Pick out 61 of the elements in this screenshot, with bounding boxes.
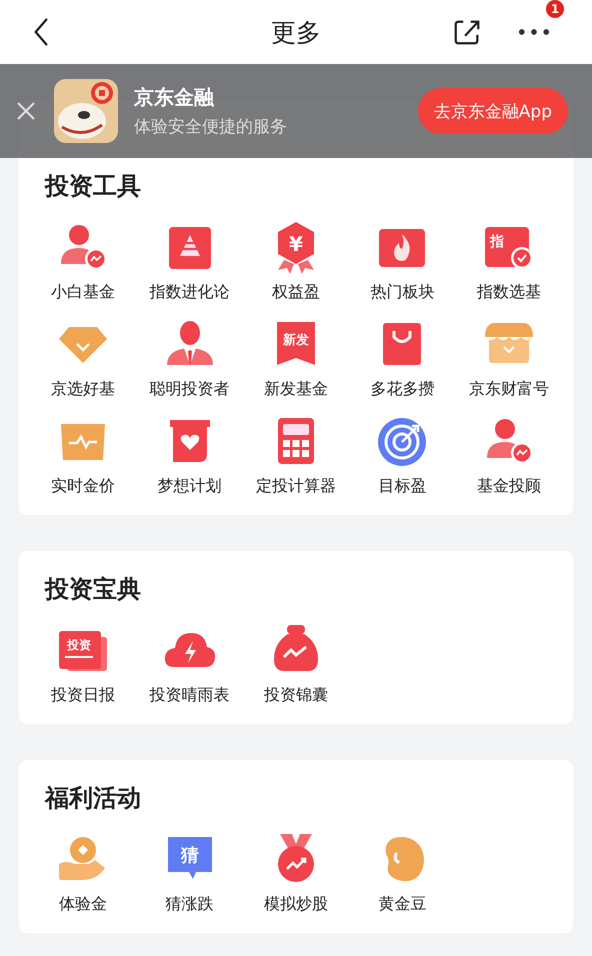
tool-label: 猜涨跌: [166, 894, 214, 915]
section-title: 投资工具: [45, 171, 142, 202]
icon-glyph: 猜: [180, 845, 199, 866]
tool-label: 模拟炒股: [264, 894, 328, 915]
tool-label: 定投计算器: [256, 476, 336, 497]
more-icon[interactable]: [518, 28, 550, 36]
tool-item[interactable]: 投资晴雨表: [136, 623, 243, 706]
tool-item[interactable]: 热门板块: [349, 220, 456, 303]
tool-item[interactable]: 猜 猜涨跌: [136, 832, 243, 915]
icon-glyph: ¥: [289, 232, 303, 256]
icon-glyph: 投资: [67, 638, 92, 652]
tool-item[interactable]: 聪明投资者: [136, 317, 243, 400]
tool-label: 小白基金: [51, 282, 116, 303]
tool-item[interactable]: 目标盈: [349, 414, 456, 497]
tool-item[interactable]: 体验金: [30, 832, 136, 915]
icon-glyph: 指: [490, 234, 504, 250]
tool-item[interactable]: 小白基金: [30, 220, 136, 303]
tool-label: 热门板块: [370, 282, 434, 303]
tool-item[interactable]: ¥ 权益盈: [242, 220, 350, 303]
tool-label: 目标盈: [378, 476, 426, 497]
tool-label: 指数选基: [476, 282, 541, 303]
tool-item[interactable]: 新发 新发基金: [242, 317, 350, 400]
tool-label: 京东财富号: [468, 379, 549, 400]
section-title: 投资宝典: [45, 574, 142, 605]
tool-item[interactable]: 指 指数选基: [456, 220, 562, 303]
tool-label: 多花多攒: [370, 379, 434, 400]
tool-label: 实时金价: [51, 476, 116, 497]
tool-label: 指数进化论: [150, 282, 230, 303]
tool-item[interactable]: 京东财富号: [456, 317, 562, 400]
tool-item[interactable]: 定投计算器: [242, 414, 350, 497]
app-logo-icon: [54, 79, 118, 143]
tool-label: 黄金豆: [378, 894, 426, 915]
tool-label: 体验金: [59, 894, 108, 915]
tool-label: 聪明投资者: [150, 379, 230, 400]
tool-item[interactable]: 京选好基: [30, 317, 136, 400]
tool-item[interactable]: 基金投顾: [456, 414, 562, 497]
close-icon[interactable]: [16, 101, 36, 121]
tool-label: 基金投顾: [476, 476, 541, 497]
tool-label: 投资晴雨表: [150, 685, 230, 706]
tool-item[interactable]: 投资 投资日报: [30, 623, 136, 706]
tool-item[interactable]: 投资锦囊: [242, 623, 350, 706]
tool-label: 京选好基: [51, 379, 116, 400]
tool-item[interactable]: 黄金豆: [349, 832, 456, 915]
tool-label: 新发基金: [264, 379, 328, 400]
tool-item[interactable]: 多花多攒: [349, 317, 456, 400]
tool-label: 权益盈: [272, 282, 320, 303]
page-title: 更多: [271, 16, 321, 48]
section-title: 福利活动: [45, 783, 142, 814]
app-tagline: 体验安全便捷的服务: [134, 116, 287, 138]
tool-item[interactable]: 模拟炒股: [242, 832, 350, 915]
tool-label: 梦想计划: [158, 476, 222, 497]
tool-label: 投资日报: [51, 685, 116, 706]
tool-item[interactable]: 梦想计划: [136, 414, 243, 497]
open-app-button[interactable]: 去京东金融App: [418, 88, 568, 134]
tool-item[interactable]: 实时金价: [30, 414, 136, 497]
tool-item[interactable]: 指数进化论: [136, 220, 243, 303]
back-icon[interactable]: [32, 17, 50, 47]
tool-label: 投资锦囊: [264, 685, 328, 706]
app-name: 京东金融: [134, 84, 215, 111]
icon-glyph: 新发: [282, 333, 309, 348]
notification-badge: 1: [546, 0, 564, 18]
